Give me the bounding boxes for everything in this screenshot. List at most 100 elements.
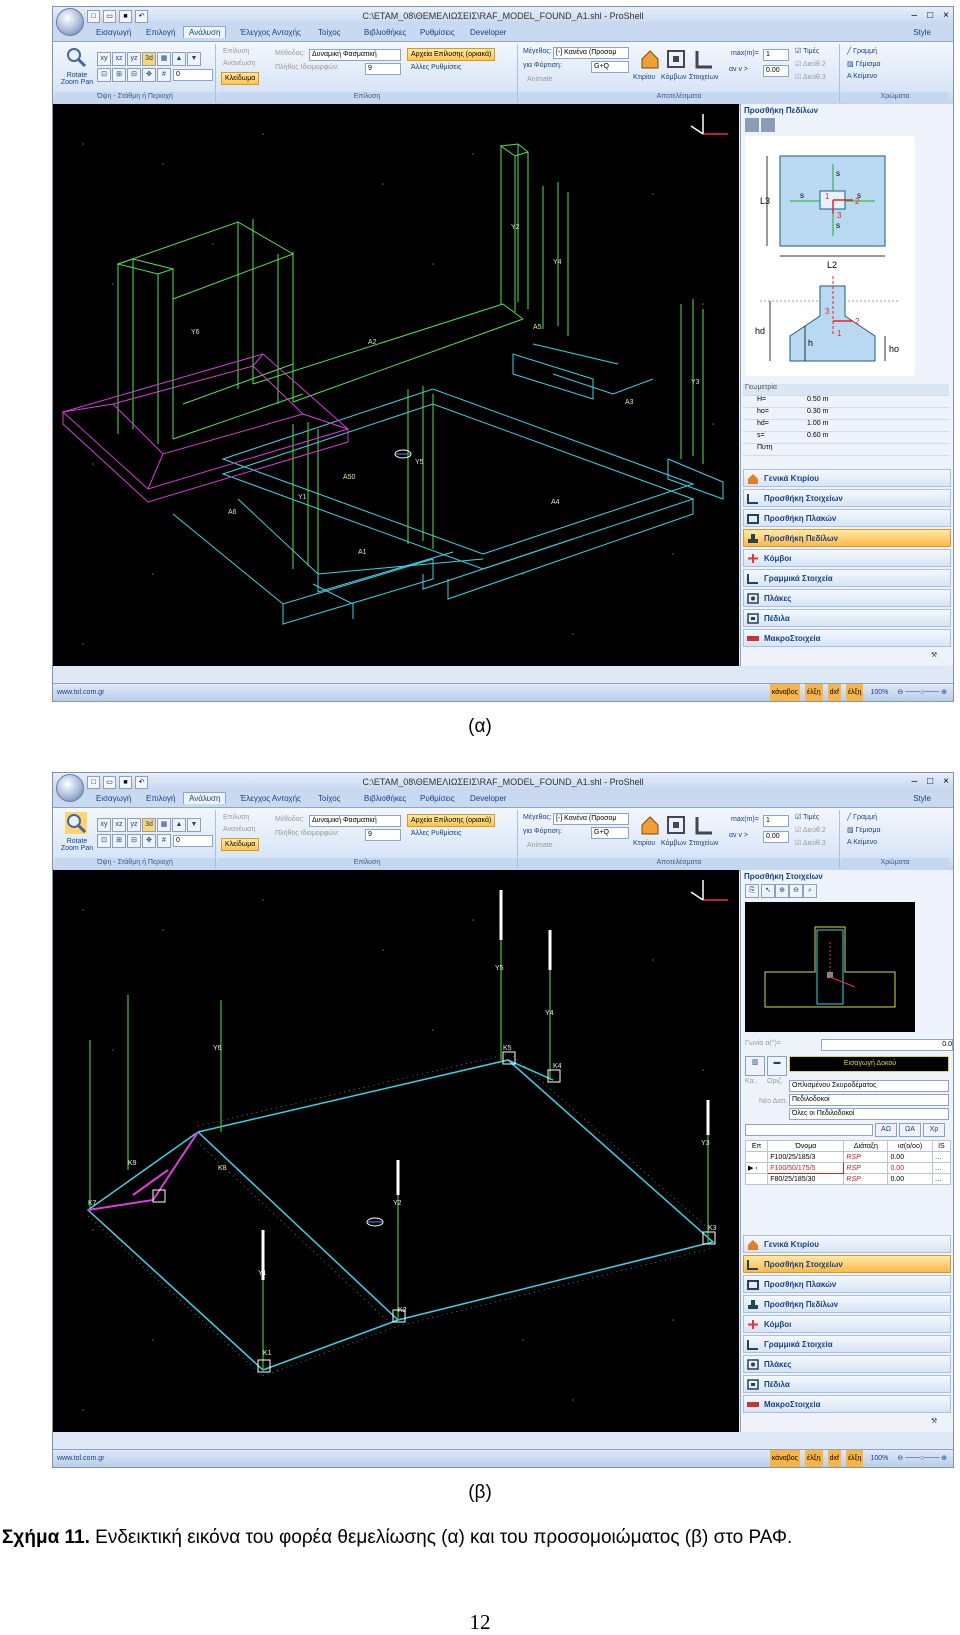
animate-button[interactable]: Animate — [527, 76, 553, 83]
tab-eisagogi[interactable]: Εισαγωγή — [91, 27, 136, 38]
model-viewport-3d[interactable]: Y1 Y2 Y3 Y4 Y5 Y6 A1 A2 A3 A4 A5 A6 A50 — [53, 104, 739, 666]
tab-toixos[interactable]: Τοίχος — [313, 793, 346, 804]
style-menu[interactable]: Style — [913, 794, 931, 803]
zoom-slider[interactable]: ⊖ ───○─── ⊕ — [895, 1450, 949, 1467]
cell-edit[interactable]: … — [931, 1173, 952, 1185]
nav-general-building[interactable]: Γενικά Κτιρίου — [743, 469, 951, 487]
dir2-checkbox[interactable]: ☑ Διεύθ.2 — [795, 826, 826, 834]
other-settings-button[interactable]: Άλλες Ρυθμίσεις — [411, 830, 461, 837]
table-row[interactable]: F100/25/185/3 RSP 0.00 … — [744, 1151, 952, 1163]
zoom-window-icon[interactable]: ⊡ — [97, 68, 111, 82]
insert-beam-button[interactable]: Εισαγωγή Δοκού — [789, 1056, 949, 1072]
status-url[interactable]: www.tol.com.gr — [57, 1450, 104, 1467]
tab-developer[interactable]: Developer — [465, 793, 511, 804]
material-select[interactable]: Οπλισμένου Σκυροδέματος — [789, 1080, 949, 1092]
magnifier-icon[interactable] — [65, 812, 87, 834]
col-header[interactable]: IS — [931, 1140, 952, 1152]
zoom-in-icon[interactable]: ⊕ — [775, 884, 789, 898]
grid-toggle[interactable]: κάναβος — [769, 684, 801, 701]
elements-icon[interactable] — [693, 48, 715, 70]
nav-add-footings[interactable]: Προσθήκη Πεδίλων — [743, 1295, 951, 1313]
nav-macro-elements[interactable]: ΜακροΣτοιχεία — [743, 1395, 951, 1413]
prop-row[interactable]: s= 0.60 m — [743, 432, 949, 444]
loading-select[interactable]: G+Q — [591, 827, 629, 839]
view-xy-button[interactable]: xy — [97, 818, 111, 832]
snap-toggle[interactable]: έλξη — [805, 1450, 823, 1467]
view-yz-button[interactable]: yz — [127, 52, 141, 66]
solution-files-button[interactable]: Αρχεία Επίλυσης (οριακά) — [407, 814, 496, 827]
nav-add-slabs[interactable]: Προσθήκη Πλακών — [743, 1275, 951, 1293]
status-url[interactable]: www.tol.com.gr — [57, 684, 104, 701]
nav-linear-elements[interactable]: Γραμμικά Στοιχεία — [743, 569, 951, 587]
arrow-up-icon[interactable]: ▲ — [172, 818, 186, 832]
tab-analysi[interactable]: Ανάλυση — [183, 792, 227, 804]
fill-color-button[interactable]: ▨ Γέμισμα — [847, 60, 881, 68]
pan-icon[interactable]: ✥ — [142, 834, 156, 848]
threshold-input[interactable]: 0.00 — [763, 65, 789, 77]
filter-select[interactable]: Όλες οι Πεδιλοδοκοί — [789, 1108, 949, 1120]
building-icon[interactable] — [639, 48, 661, 70]
view-3d-button[interactable]: 3d — [142, 52, 156, 66]
nav-footings[interactable]: Πέδιλα — [743, 609, 951, 627]
nav-general-building[interactable]: Γενικά Κτιρίου — [743, 1235, 951, 1253]
color-button[interactable]: Χρ — [923, 1123, 945, 1137]
nav-add-slabs[interactable]: Προσθήκη Πλακών — [743, 509, 951, 527]
minimize-icon[interactable]: – — [912, 773, 918, 791]
magnifier-icon[interactable] — [65, 46, 87, 68]
fill-color-button[interactable]: ▨ Γέμισμα — [847, 826, 881, 834]
text-color-button[interactable]: A Κείμενο — [847, 839, 877, 846]
lock-button[interactable]: Κλείδωμα — [221, 838, 260, 851]
angle-input[interactable]: 0.0 — [821, 1039, 953, 1051]
table-row-selected[interactable]: ▶ ‹ F100/50/175/5 RSP 0.00 … — [744, 1162, 952, 1174]
app-orb-button[interactable] — [56, 8, 84, 36]
magnitude-select[interactable]: [-] Κανένα (Προσομ — [553, 47, 629, 59]
text-color-button[interactable]: A Κείμενο — [847, 73, 877, 80]
layers-icon[interactable]: ▦ — [157, 52, 171, 66]
modes-spinner[interactable]: 9 — [365, 829, 401, 841]
table-row[interactable]: F80/25/185/30 RSP 0.00 … — [744, 1173, 952, 1185]
zoom-extents-icon[interactable]: ⊞ — [112, 834, 126, 848]
search-icon[interactable]: ⌕ — [803, 884, 817, 898]
snap2-toggle[interactable]: έλξη — [845, 1450, 864, 1467]
arrow-up-icon[interactable]: ▲ — [172, 52, 186, 66]
refresh-button[interactable]: Ανανέωση — [223, 826, 255, 833]
dir3-checkbox[interactable]: ☑ Διεύθ.3 — [795, 73, 826, 81]
footing-type-1-icon[interactable] — [745, 118, 759, 132]
zoom-slider[interactable]: ⊖ ───○─── ⊕ — [895, 684, 949, 701]
view-3d-button[interactable]: 3d — [142, 818, 156, 832]
elements-icon[interactable] — [693, 814, 715, 836]
other-settings-button[interactable]: Άλλες Ρυθμίσεις — [411, 64, 461, 71]
layers-icon[interactable]: ▦ — [157, 818, 171, 832]
method-select[interactable]: Δυναμική Φασματική — [309, 815, 401, 827]
nodes-icon[interactable] — [665, 814, 687, 836]
tab-vivliothikes[interactable]: Βιβλιοθήκες — [359, 793, 411, 804]
loading-select[interactable]: G+Q — [591, 61, 629, 73]
arrow-down-icon[interactable]: ▼ — [187, 52, 201, 66]
horizontal-icon[interactable]: ▬ — [767, 1056, 787, 1076]
new-section-button[interactable]: Νέο Διατ. — [759, 1098, 788, 1105]
sort-az-button[interactable]: ΑΩ — [875, 1123, 897, 1137]
zoom-prev-icon[interactable]: ⊟ — [127, 834, 141, 848]
tab-developer[interactable]: Developer — [465, 27, 511, 38]
zoom-extents-icon[interactable]: ⊞ — [112, 68, 126, 82]
tab-epilogi[interactable]: Επιλογή — [141, 793, 180, 804]
grid-icon[interactable]: # — [157, 68, 171, 82]
prop-row[interactable]: hd= 1.00 m — [743, 420, 949, 432]
solution-files-button[interactable]: Αρχεία Επίλυσης (οριακά) — [407, 48, 496, 61]
col-header[interactable]: Επ — [744, 1140, 769, 1152]
level-select[interactable]: 0 — [173, 69, 213, 81]
snap-toggle[interactable]: έλξη — [805, 684, 823, 701]
arrow-down-icon[interactable]: ▼ — [187, 818, 201, 832]
max-input[interactable]: 1 — [763, 49, 789, 61]
nav-nodes[interactable]: Κόμβοι — [743, 1315, 951, 1333]
tools-icon[interactable]: ⚒ — [931, 651, 937, 659]
tools-icon[interactable]: ⚒ — [931, 1417, 937, 1425]
rotate-zoom-pan-button[interactable]: Rotate Zoom Pan — [59, 72, 95, 86]
nav-macro-elements[interactable]: ΜακροΣτοιχεία — [743, 629, 951, 647]
method-select[interactable]: Δυναμική Φασματική — [309, 49, 401, 61]
zoom-prev-icon[interactable]: ⊟ — [127, 68, 141, 82]
level-select[interactable]: 0 — [173, 835, 213, 847]
tab-rythmiseis[interactable]: Ρυθμίσεις — [415, 793, 460, 804]
cell-edit[interactable]: … — [931, 1162, 952, 1174]
col-header[interactable]: ισ(ο/οο) — [887, 1140, 933, 1152]
